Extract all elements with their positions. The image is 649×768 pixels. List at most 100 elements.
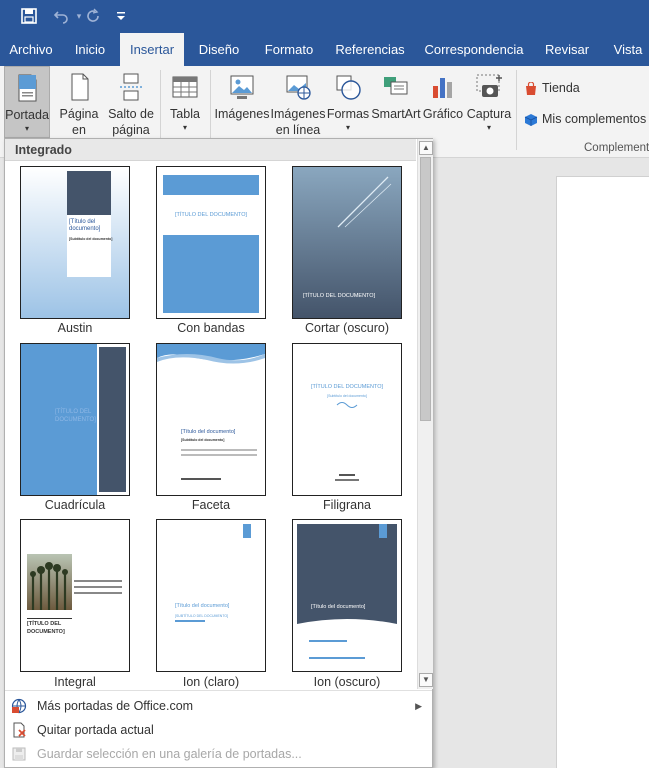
smartart-icon — [384, 77, 408, 95]
page-break-icon — [120, 73, 142, 101]
cover-thumb-austin[interactable]: [Título del documento] [Subtítulo del do… — [20, 166, 130, 319]
tab-formato[interactable]: Formato — [260, 33, 318, 66]
mis-complementos-button[interactable]: Mis complementos — [524, 109, 646, 129]
group-label-complementos: Complement — [584, 142, 649, 154]
shapes-icon — [336, 75, 361, 100]
thumb-title: [Título del documento] — [181, 429, 236, 435]
salto-label-1: Salto de — [108, 107, 154, 121]
thumb-text-line — [309, 657, 365, 659]
cover-thumb-ion-claro[interactable]: [Título del documento] [SUBTÍTULO DEL DO… — [156, 519, 266, 672]
tienda-label: Tienda — [542, 81, 580, 95]
mas-portadas-menu-item[interactable]: Más portadas de Office.com ▶ — [5, 694, 432, 718]
submenu-arrow-icon: ▶ — [415, 701, 422, 711]
thumb-top-band — [163, 175, 259, 195]
chevron-down-icon: ▾ — [24, 124, 29, 133]
cover-label: Austin — [57, 321, 93, 335]
cover-label: Ion (oscuro) — [313, 675, 381, 689]
scroll-up-icon[interactable]: ▲ — [419, 141, 433, 155]
thumb-subtitle: [Subtítulo del documento] — [181, 438, 225, 442]
salto-de-pagina-button[interactable]: Salto de página — [108, 66, 154, 138]
tab-archivo[interactable]: Archivo — [2, 33, 60, 66]
thumb-text-line — [74, 592, 122, 594]
thumb-text-line — [339, 474, 355, 476]
store-icon — [526, 81, 536, 95]
captura-button[interactable]: Captura ▾ — [466, 66, 512, 138]
imagenes-en-linea-button[interactable]: Imágenes en línea — [270, 66, 326, 138]
gallery-scrollbar[interactable]: ▲ ▼ — [417, 139, 433, 689]
pagina-en-blanco-button[interactable]: Páginaen blanco — [52, 66, 106, 153]
quitar-portada-menu-item[interactable]: Quitar portada actual — [5, 718, 432, 742]
ribbon-separator — [516, 70, 517, 150]
salto-label-2: página — [112, 123, 150, 137]
tab-vista[interactable]: Vista — [608, 33, 648, 66]
cover-page-dropdown: Integrado [Título del documento] [Subtít… — [4, 138, 433, 768]
thumb-ornament — [336, 402, 358, 408]
tab-diseno[interactable]: Diseño — [192, 33, 246, 66]
scroll-down-icon[interactable]: ▼ — [419, 673, 433, 687]
table-icon — [172, 76, 198, 98]
smartart-button[interactable]: SmartArt — [370, 66, 422, 138]
thumb-rule — [27, 618, 72, 619]
cover-label: Faceta — [191, 498, 231, 512]
tab-referencias[interactable]: Referencias — [334, 33, 406, 66]
gallery-header: Integrado — [5, 139, 416, 161]
thumb-subtitle: [Subtítulo del documento] — [69, 237, 113, 241]
thumb-tab-marker — [379, 524, 387, 538]
save-gallery-icon — [12, 747, 26, 761]
portada-button[interactable]: Portada ▾ — [4, 66, 50, 138]
thumb-text-line — [335, 479, 359, 481]
thumb-facet-header — [157, 344, 265, 364]
cover-thumb-con-bandas[interactable]: [TÍTULO DEL DOCUMENTO] — [156, 166, 266, 319]
chart-icon — [433, 78, 452, 98]
cover-label: Filigrana — [323, 498, 371, 512]
cover-page-icon — [18, 74, 37, 102]
guardar-seleccion-label: Guardar selección en una galería de port… — [37, 747, 302, 761]
tab-correspondencia[interactable]: Correspondencia — [422, 33, 526, 66]
chevron-down-icon: ▾ — [486, 123, 491, 132]
thumb-tab-marker — [243, 524, 251, 538]
cover-thumb-faceta[interactable]: [Título del documento] [Subtítulo del do… — [156, 343, 266, 496]
cover-label: Cortar (oscuro) — [304, 321, 390, 335]
tabla-button[interactable]: Tabla ▾ — [164, 66, 206, 138]
remove-cover-icon — [13, 722, 26, 738]
cover-thumb-cuadricula[interactable]: [TÍTULO DEL DOCUMENTO] — [20, 343, 130, 496]
redo-icon[interactable] — [82, 5, 104, 27]
scroll-thumb[interactable] — [420, 157, 431, 421]
tab-inicio[interactable]: Inicio — [66, 33, 114, 66]
thumb-title: [TÍTULO DEL DOCUMENTO] — [174, 212, 248, 218]
cover-thumb-ion-oscuro[interactable]: [Título del documento] — [292, 519, 402, 672]
office-globe-icon — [11, 698, 27, 714]
blank-page-icon — [71, 73, 89, 101]
guardar-seleccion-menu-item[interactable]: Guardar selección en una galería de port… — [5, 742, 432, 766]
cover-label: Integral — [54, 675, 96, 689]
imagenes-button[interactable]: Imágenes — [214, 66, 270, 138]
formas-button[interactable]: Formas ▾ — [326, 66, 370, 138]
cover-thumb-filigrana[interactable]: [TÍTULO DEL DOCUMENTO] [Subtítulo del do… — [292, 343, 402, 496]
cover-label: Ion (claro) — [182, 675, 240, 689]
mis-complementos-label: Mis complementos — [542, 112, 647, 126]
cover-gallery: [Título del documento] [Subtítulo del do… — [5, 161, 416, 689]
thumb-text-line — [309, 640, 347, 642]
thumb-text-line — [181, 449, 257, 451]
thumb-subtitle: [SUBTÍTULO DEL DOCUMENTO] — [175, 614, 229, 618]
imagenes-linea-label-2: en línea — [275, 123, 321, 137]
document-page[interactable] — [556, 176, 649, 768]
quitar-portada-label: Quitar portada actual — [37, 723, 154, 737]
thumb-text-line — [181, 454, 257, 456]
addins-icon — [524, 113, 538, 126]
thumb-bottom-band — [163, 235, 259, 313]
cover-thumb-integral[interactable]: [TÍTULO DEL DOCUMENTO] — [20, 519, 130, 672]
thumb-text-line — [74, 580, 122, 582]
thumb-dark-strip — [99, 347, 126, 492]
cover-thumb-cortar-oscuro[interactable]: [TÍTULO DEL DOCUMENTO] — [292, 166, 402, 319]
customize-qat-icon[interactable] — [110, 5, 132, 27]
thumb-dark-band — [67, 171, 111, 217]
thumb-title: [TÍTULO DEL DOCUMENTO] — [310, 384, 384, 390]
grafico-button[interactable]: Gráfico — [422, 66, 464, 138]
tienda-button[interactable]: Tienda — [524, 78, 580, 98]
screenshot-icon — [476, 74, 502, 97]
tab-revisar[interactable]: Revisar — [540, 33, 594, 66]
tab-insertar[interactable]: Insertar — [120, 33, 184, 66]
thumb-light-streaks — [337, 176, 392, 228]
save-icon[interactable] — [18, 5, 40, 27]
